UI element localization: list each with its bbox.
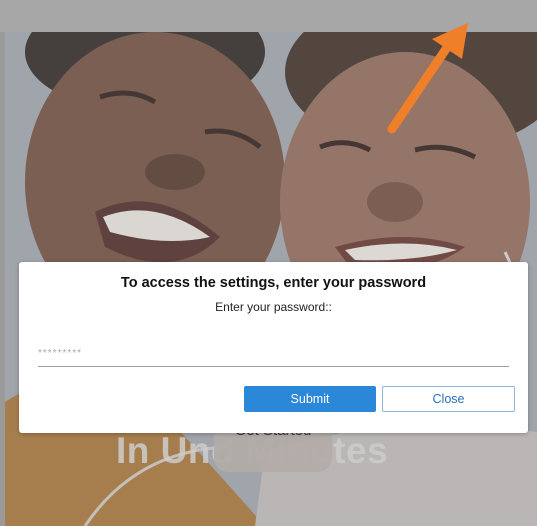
submit-button[interactable]: Submit: [244, 386, 376, 412]
app-screen: In Und Minutes Get Started To access the…: [0, 0, 537, 526]
dialog-subtitle: Enter your password::: [215, 300, 332, 314]
password-dialog: To access the settings, enter your passw…: [19, 262, 528, 433]
dialog-title: To access the settings, enter your passw…: [120, 275, 427, 291]
arrow-up-right-icon: [387, 23, 468, 134]
close-button[interactable]: Close: [382, 386, 515, 412]
password-input[interactable]: [38, 340, 509, 367]
